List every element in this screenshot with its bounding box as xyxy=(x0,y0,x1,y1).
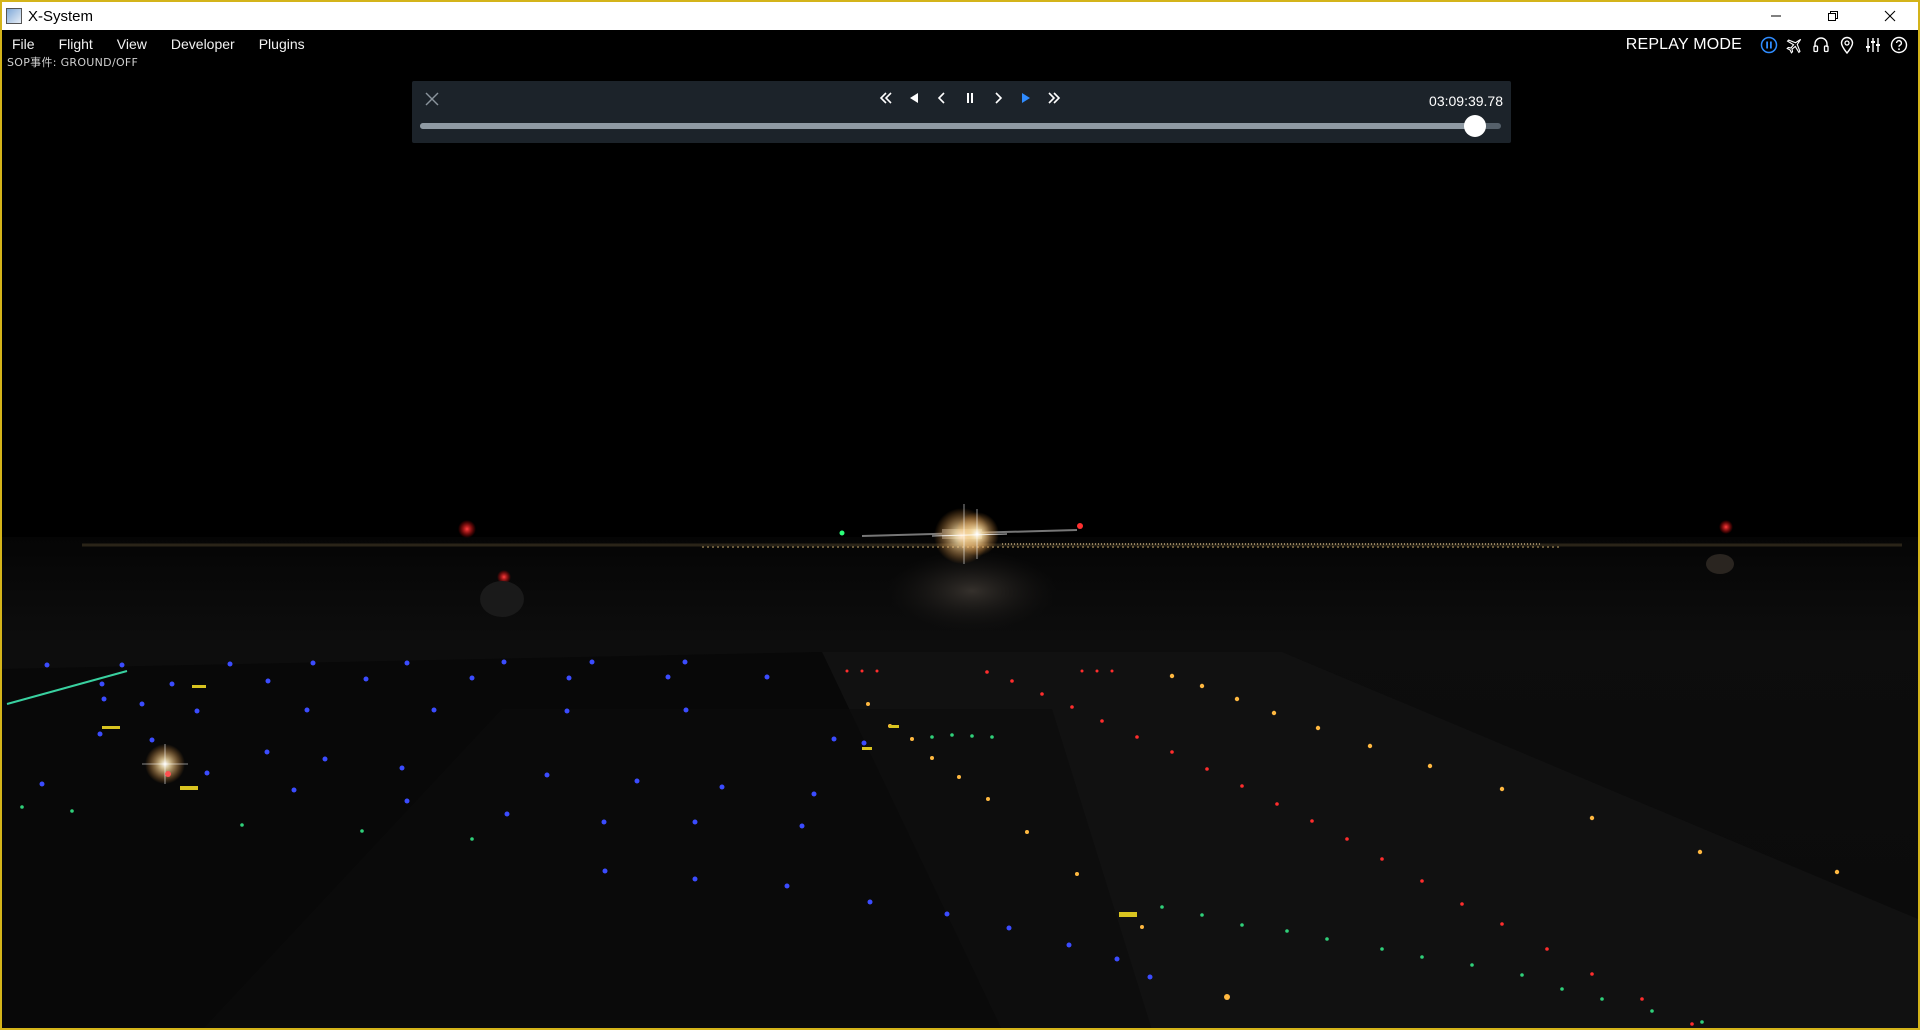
close-icon xyxy=(1884,10,1895,22)
replay-timeline[interactable] xyxy=(420,115,1501,137)
play-icon xyxy=(1022,93,1030,103)
minimize-button[interactable] xyxy=(1747,2,1804,30)
status-text: SOP事件: GROUND/OFF xyxy=(7,56,139,69)
replay-controls xyxy=(872,86,1068,110)
pause-button[interactable] xyxy=(956,86,984,110)
replay-panel: 03:09:39.78 xyxy=(412,81,1511,143)
menubar-right: REPLAY MODE xyxy=(1626,30,1918,59)
play-reverse-button[interactable] xyxy=(900,86,928,110)
rewind-fast-icon xyxy=(879,92,892,104)
replay-progress-fill xyxy=(420,123,1476,129)
play-button[interactable] xyxy=(1012,86,1040,110)
sliders-icon[interactable] xyxy=(1863,35,1883,55)
minimize-icon xyxy=(1770,15,1781,17)
step-back-button[interactable] xyxy=(928,86,956,110)
rewind-fast-button[interactable] xyxy=(872,86,900,110)
headset-icon[interactable] xyxy=(1811,35,1831,55)
pause-icon xyxy=(967,93,973,103)
app-window: X-System File Flight View Developer Plug… xyxy=(0,0,1920,1030)
pause-status-icon[interactable] xyxy=(1759,35,1779,55)
close-button[interactable] xyxy=(1861,2,1918,30)
step-back-icon xyxy=(937,92,945,104)
fast-forward-icon xyxy=(1048,92,1061,104)
restore-icon xyxy=(1827,11,1838,21)
menu-plugins[interactable]: Plugins xyxy=(247,30,317,59)
step-forward-icon xyxy=(995,92,1003,104)
replay-time: 03:09:39.78 xyxy=(1429,93,1503,109)
window-controls xyxy=(1747,2,1918,30)
window-title: X-System xyxy=(28,7,94,25)
menu-bar: File Flight View Developer Plugins REPLA… xyxy=(2,30,1918,59)
play-reverse-icon xyxy=(910,93,918,103)
red-beacon xyxy=(458,520,476,538)
menu-developer[interactable]: Developer xyxy=(159,30,247,59)
title-bar: X-System xyxy=(2,2,1918,30)
help-icon[interactable] xyxy=(1889,35,1909,55)
fast-forward-button[interactable] xyxy=(1040,86,1068,110)
airplane-icon[interactable] xyxy=(1785,35,1805,55)
flight-scene-viewport[interactable] xyxy=(2,59,1918,1030)
red-beacon xyxy=(1719,520,1733,534)
replay-close-button[interactable] xyxy=(422,89,442,109)
restore-button[interactable] xyxy=(1804,2,1861,30)
step-forward-button[interactable] xyxy=(984,86,1012,110)
app-icon xyxy=(6,8,22,24)
replay-scrubber-handle[interactable] xyxy=(1464,115,1487,137)
map-pin-icon[interactable] xyxy=(1837,35,1857,55)
close-icon xyxy=(425,92,439,106)
replay-mode-label: REPLAY MODE xyxy=(1625,35,1742,53)
